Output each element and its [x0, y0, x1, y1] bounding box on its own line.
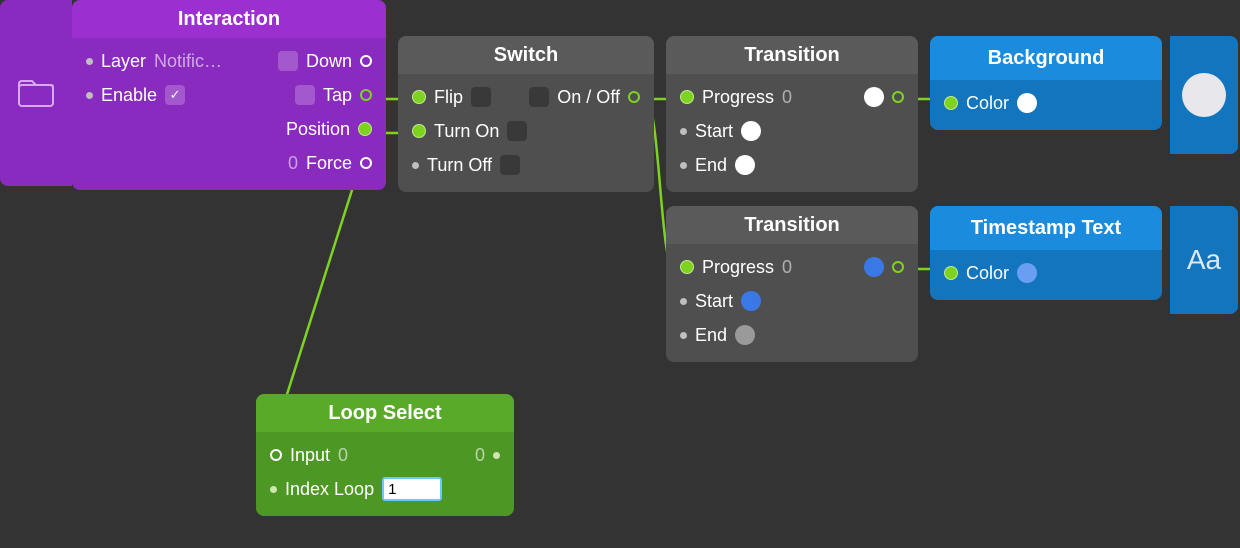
tap-label: Tap: [323, 85, 352, 106]
node-switch[interactable]: Switch Flip On / Off Turn On: [398, 36, 654, 192]
port-dot[interactable]: [680, 332, 687, 339]
progress-label: Progress: [702, 87, 774, 108]
down-checkbox[interactable]: [278, 51, 298, 71]
node-title: Switch: [398, 36, 654, 74]
node-title: Interaction: [72, 0, 386, 38]
index-label: Index Loop: [285, 479, 374, 500]
folder-icon: [18, 79, 54, 107]
text-glyph-icon: Aa: [1187, 244, 1221, 276]
input-out-value: 0: [475, 445, 485, 466]
port-out[interactable]: [892, 91, 904, 103]
port-in-progress[interactable]: [680, 260, 694, 274]
turnon-checkbox[interactable]: [507, 121, 527, 141]
start-swatch[interactable]: [741, 121, 761, 141]
index-input[interactable]: 1: [382, 477, 442, 501]
down-label: Down: [306, 51, 352, 72]
port-in-color[interactable]: [944, 96, 958, 110]
port-dot[interactable]: [86, 58, 93, 65]
node-timestamp-text[interactable]: Timestamp Text Color: [930, 206, 1162, 300]
color-swatch[interactable]: [1017, 93, 1037, 113]
port-out-ring[interactable]: [360, 157, 372, 169]
turnoff-checkbox[interactable]: [500, 155, 520, 175]
port-dot[interactable]: [412, 162, 419, 169]
color-label: Color: [966, 263, 1009, 284]
progress-label: Progress: [702, 257, 774, 278]
port-out-onoff[interactable]: [628, 91, 640, 103]
input-value[interactable]: 0: [338, 445, 348, 466]
output-swatch: [864, 257, 884, 277]
flip-checkbox[interactable]: [471, 87, 491, 107]
start-label: Start: [695, 291, 733, 312]
flip-label: Flip: [434, 87, 463, 108]
group-folder-icon-block[interactable]: [0, 0, 72, 186]
tap-checkbox[interactable]: [295, 85, 315, 105]
port-in-turnon[interactable]: [412, 124, 426, 138]
start-label: Start: [695, 121, 733, 142]
node-transition-1[interactable]: Transition Progress 0 Start End: [666, 36, 918, 192]
node-title: Loop Select: [256, 394, 514, 432]
port-out-position[interactable]: [358, 122, 372, 136]
end-label: End: [695, 325, 727, 346]
node-title: Timestamp Text: [930, 206, 1162, 250]
input-label: Input: [290, 445, 330, 466]
port-out[interactable]: [493, 452, 500, 459]
port-in-flip[interactable]: [412, 90, 426, 104]
timestamp-preview: Aa: [1170, 206, 1238, 314]
onoff-checkbox[interactable]: [529, 87, 549, 107]
port-dot[interactable]: [680, 162, 687, 169]
enable-checkbox[interactable]: ✓: [165, 85, 185, 105]
onoff-label: On / Off: [557, 87, 620, 108]
enable-label: Enable: [101, 85, 157, 106]
port-in-progress[interactable]: [680, 90, 694, 104]
port-in-color[interactable]: [944, 266, 958, 280]
port-in-input[interactable]: [270, 449, 282, 461]
force-value[interactable]: 0: [288, 153, 298, 174]
start-swatch[interactable]: [741, 291, 761, 311]
node-title: Background: [930, 36, 1162, 80]
shape-preview-icon: [1182, 73, 1226, 117]
port-dot[interactable]: [86, 92, 93, 99]
position-label: Position: [286, 119, 350, 140]
end-swatch[interactable]: [735, 155, 755, 175]
node-title: Transition: [666, 206, 918, 244]
force-label: Force: [306, 153, 352, 174]
port-dot[interactable]: [270, 486, 277, 493]
node-loop-select[interactable]: Loop Select Input 0 0 Index Loop 1: [256, 394, 514, 516]
port-out[interactable]: [892, 261, 904, 273]
end-swatch[interactable]: [735, 325, 755, 345]
output-swatch: [864, 87, 884, 107]
progress-value[interactable]: 0: [782, 257, 792, 278]
node-background[interactable]: Background Color: [930, 36, 1162, 130]
port-out-ring[interactable]: [360, 55, 372, 67]
port-dot[interactable]: [680, 298, 687, 305]
background-preview: [1170, 36, 1238, 154]
turnon-label: Turn On: [434, 121, 499, 142]
layer-label: Layer: [101, 51, 146, 72]
port-dot[interactable]: [680, 128, 687, 135]
progress-value[interactable]: 0: [782, 87, 792, 108]
color-label: Color: [966, 93, 1009, 114]
turnoff-label: Turn Off: [427, 155, 492, 176]
end-label: End: [695, 155, 727, 176]
node-title: Transition: [666, 36, 918, 74]
node-interaction[interactable]: Interaction Layer Notific… Down Enable ✓: [72, 0, 386, 190]
layer-value[interactable]: Notific…: [154, 51, 222, 72]
color-swatch[interactable]: [1017, 263, 1037, 283]
port-out-tap[interactable]: [360, 89, 372, 101]
node-transition-2[interactable]: Transition Progress 0 Start End: [666, 206, 918, 362]
